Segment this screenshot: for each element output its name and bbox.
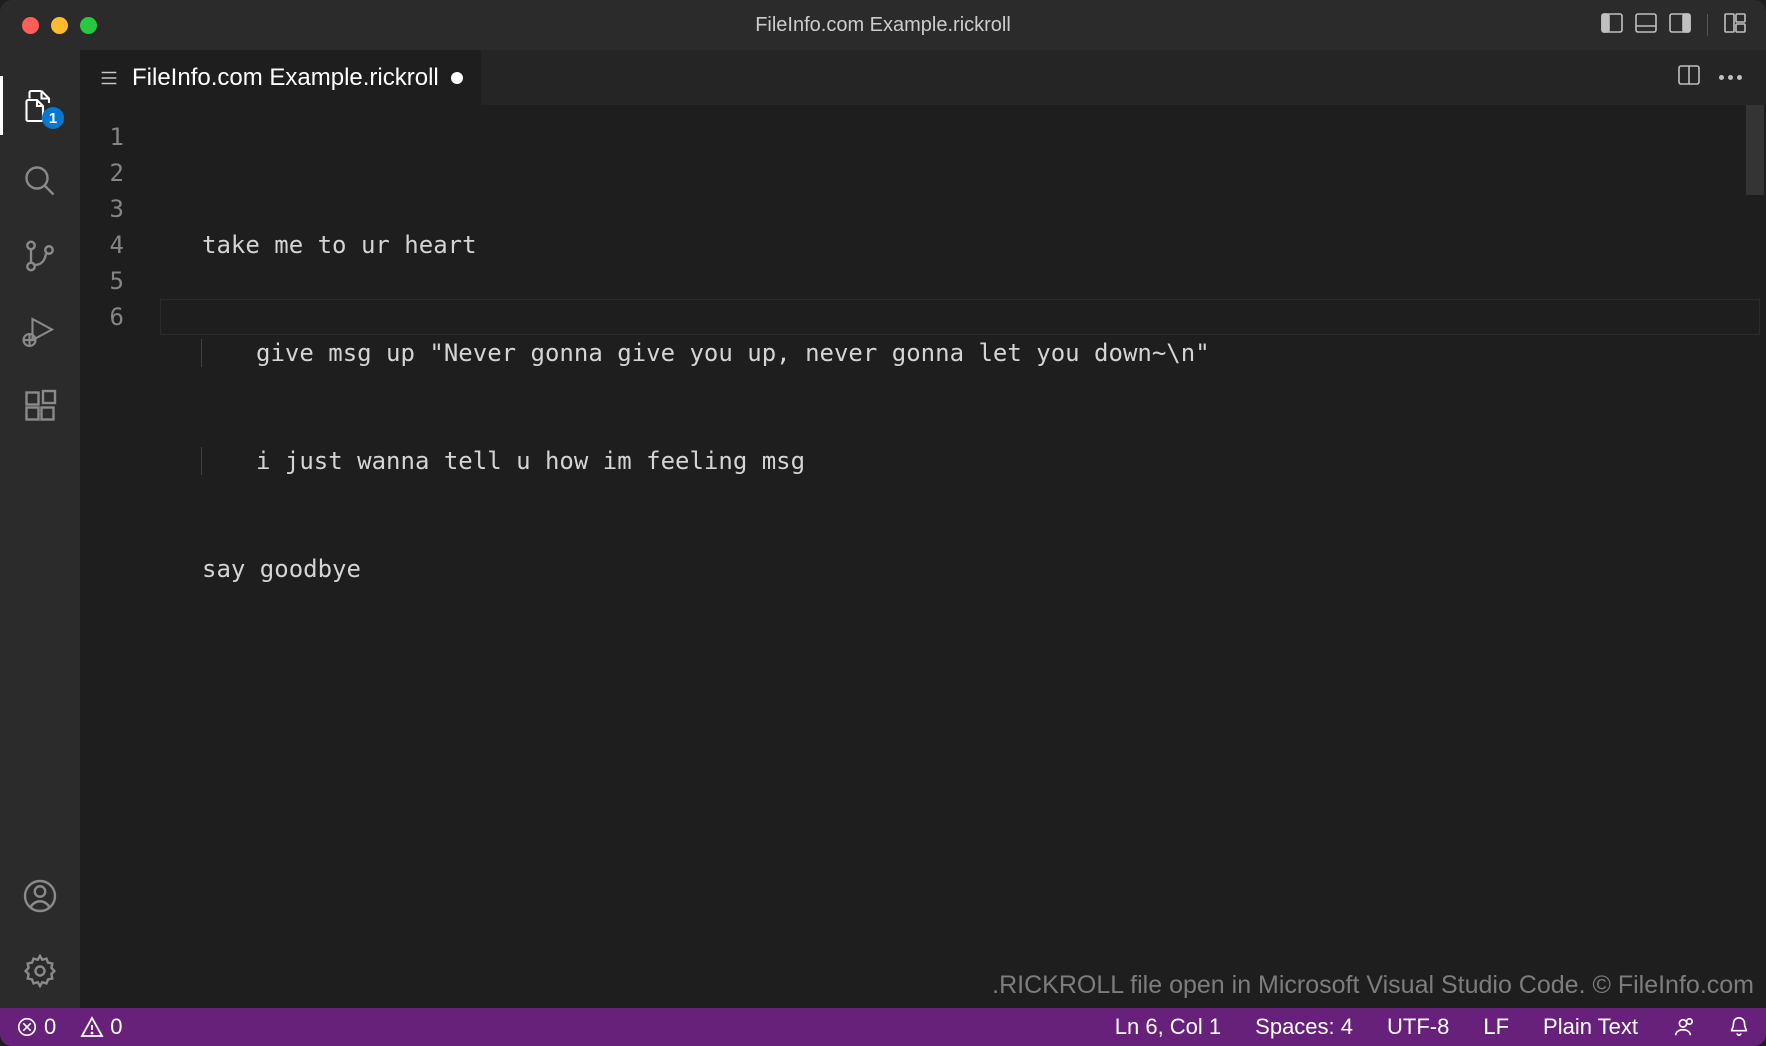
- titlebar-layout-controls: [1601, 13, 1746, 38]
- divider: [1707, 14, 1708, 36]
- search-tab[interactable]: [0, 143, 80, 218]
- file-icon: [98, 67, 120, 89]
- toggle-secondary-sidebar-icon[interactable]: [1669, 13, 1691, 38]
- line-number: 4: [80, 227, 160, 263]
- window-title: FileInfo.com Example.rickroll: [755, 14, 1011, 37]
- activity-bar: 1: [0, 50, 80, 1008]
- feedback-icon[interactable]: [1668, 1016, 1698, 1038]
- main-area: 1 FileInfo.com Example.r: [0, 50, 1766, 1008]
- editor-area: FileInfo.com Example.rickroll 1 2 3 4 5 …: [80, 50, 1766, 1008]
- explorer-tab[interactable]: 1: [0, 68, 80, 143]
- eol[interactable]: LF: [1479, 1014, 1513, 1040]
- source-control-tab[interactable]: [0, 218, 80, 293]
- code-line[interactable]: give msg up "Never gonna give you up, ne…: [202, 335, 1766, 371]
- code-line[interactable]: [202, 767, 1766, 803]
- toggle-primary-sidebar-icon[interactable]: [1601, 13, 1623, 38]
- window-controls: [22, 17, 97, 34]
- warnings-count: 0: [110, 1014, 122, 1040]
- tab-label: FileInfo.com Example.rickroll: [132, 64, 439, 92]
- tabbar: FileInfo.com Example.rickroll: [80, 50, 1766, 105]
- line-number: 2: [80, 155, 160, 191]
- split-editor-icon[interactable]: [1677, 64, 1701, 91]
- customize-layout-icon[interactable]: [1724, 13, 1746, 38]
- problems-errors[interactable]: 0: [12, 1014, 60, 1040]
- close-window-button[interactable]: [22, 17, 39, 34]
- explorer-badge: 1: [42, 107, 64, 129]
- line-number: 6: [80, 299, 160, 335]
- line-number-gutter: 1 2 3 4 5 6: [80, 105, 160, 1008]
- line-number: 1: [80, 119, 160, 155]
- maximize-window-button[interactable]: [80, 17, 97, 34]
- language-mode[interactable]: Plain Text: [1539, 1014, 1642, 1040]
- indentation[interactable]: Spaces: 4: [1251, 1014, 1357, 1040]
- code-line[interactable]: [202, 659, 1766, 695]
- encoding[interactable]: UTF-8: [1383, 1014, 1453, 1040]
- cursor-position[interactable]: Ln 6, Col 1: [1111, 1014, 1225, 1040]
- code-line[interactable]: say goodbye: [202, 551, 1766, 587]
- watermark-text: .RICKROLL file open in Microsoft Visual …: [992, 971, 1754, 1000]
- line-number: 5: [80, 263, 160, 299]
- more-actions-icon[interactable]: [1719, 75, 1742, 80]
- minimize-window-button[interactable]: [51, 17, 68, 34]
- editor-actions: [1653, 50, 1766, 105]
- dirty-indicator-icon: [451, 72, 463, 84]
- active-line-highlight: [160, 299, 1760, 335]
- scrollbar-thumb[interactable]: [1746, 105, 1764, 195]
- accounts-button[interactable]: [0, 858, 80, 933]
- tab-file[interactable]: FileInfo.com Example.rickroll: [80, 50, 482, 105]
- problems-warnings[interactable]: 0: [76, 1014, 126, 1040]
- code-line[interactable]: take me to ur heart: [202, 227, 1766, 263]
- statusbar: 0 0 Ln 6, Col 1 Spaces: 4 UTF-8 LF Plain…: [0, 1008, 1766, 1046]
- notifications-icon[interactable]: [1724, 1016, 1754, 1038]
- run-debug-tab[interactable]: [0, 293, 80, 368]
- errors-count: 0: [44, 1014, 56, 1040]
- editor-content[interactable]: 1 2 3 4 5 6 take me to ur heart give msg…: [80, 105, 1766, 1008]
- code-line[interactable]: i just wanna tell u how im feeling msg: [202, 443, 1766, 479]
- line-number: 3: [80, 191, 160, 227]
- code-area[interactable]: take me to ur heart give msg up "Never g…: [160, 105, 1766, 1008]
- settings-button[interactable]: [0, 933, 80, 1008]
- extensions-tab[interactable]: [0, 368, 80, 443]
- titlebar: FileInfo.com Example.rickroll: [0, 0, 1766, 50]
- toggle-panel-icon[interactable]: [1635, 13, 1657, 38]
